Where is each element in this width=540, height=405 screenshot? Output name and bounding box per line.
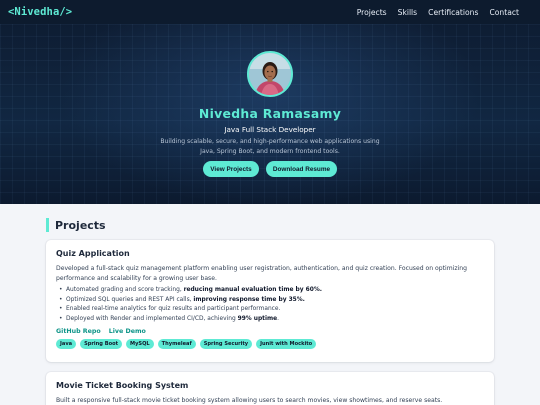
tech-tags: Java Spring Boot MySQL Thymeleaf Spring … — [56, 339, 484, 349]
nav-link-projects[interactable]: Projects — [357, 8, 387, 17]
list-item: Deployed with Render and implemented CI/… — [58, 315, 484, 325]
avatar — [247, 51, 293, 97]
tech-tag: Spring Security — [199, 339, 253, 349]
project-title: Movie Ticket Booking System — [56, 381, 189, 390]
site-logo[interactable]: <Nivedha/> — [8, 6, 72, 18]
list-item: Enabled real-time analytics for quiz res… — [58, 305, 484, 315]
projects-heading: Projects — [46, 218, 106, 232]
nav-link-certifications[interactable]: Certifications — [428, 8, 478, 17]
tech-tag: MySQL — [126, 339, 154, 349]
project-card-quiz: Quiz Application Developed a full-stack … — [46, 240, 494, 362]
project-title: Quiz Application — [56, 249, 130, 258]
tech-tag: Thymeleaf — [157, 339, 196, 349]
list-item: Optimized SQL queries and REST API calls… — [58, 296, 484, 306]
project-links: GitHub Repo Live Demo — [56, 328, 484, 335]
github-repo-link[interactable]: GitHub Repo — [56, 328, 101, 335]
navbar: <Nivedha/> Projects Skills Certification… — [0, 0, 540, 24]
tech-tag: Spring Boot — [80, 339, 123, 349]
project-description: Developed a full-stack quiz management p… — [56, 265, 467, 282]
tech-tag: Java — [56, 339, 77, 349]
download-resume-button[interactable]: Download Resume — [266, 161, 337, 177]
view-projects-button[interactable]: View Projects — [203, 161, 259, 177]
live-demo-link[interactable]: Live Demo — [109, 328, 146, 335]
hero-description: Building scalable, secure, and high-perf… — [160, 138, 380, 155]
nav-links: Projects Skills Certifications Contact — [357, 8, 519, 17]
profile-photo-icon — [249, 53, 291, 95]
tech-tag: Junit with Mockito — [256, 339, 317, 349]
project-highlights: Automated grading and score tracking, re… — [56, 286, 484, 324]
list-item: Automated grading and score tracking, re… — [58, 286, 484, 296]
hero-section: Nivedha Ramasamy Java Full Stack Develop… — [0, 24, 540, 204]
hero-role: Java Full Stack Developer — [224, 125, 316, 134]
project-description: Built a responsive full-stack movie tick… — [56, 397, 443, 404]
project-card-movie: Movie Ticket Booking System Built a resp… — [46, 372, 494, 405]
hero-name: Nivedha Ramasamy — [198, 106, 342, 121]
nav-link-contact[interactable]: Contact — [489, 8, 519, 17]
nav-link-skills[interactable]: Skills — [398, 8, 418, 17]
